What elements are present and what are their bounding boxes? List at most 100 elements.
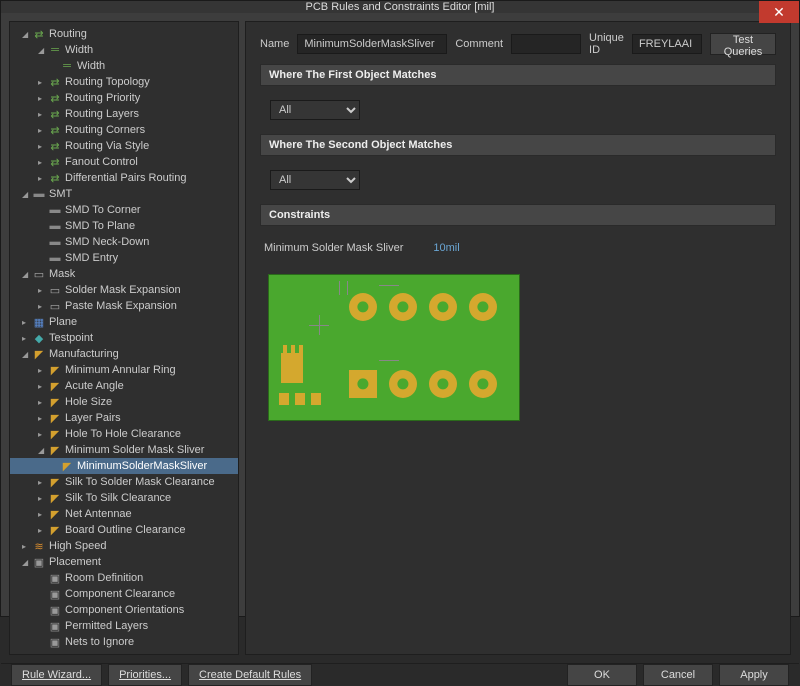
rule-comment-input[interactable] — [511, 34, 581, 54]
tree-label: Routing — [49, 28, 87, 40]
tree-label: Acute Angle — [65, 380, 124, 392]
mfg-icon: ◤ — [48, 396, 62, 408]
width-icon: ═ — [60, 60, 74, 72]
tree-width-rule[interactable]: ═Width — [10, 58, 238, 74]
mask-icon: ▭ — [48, 300, 62, 312]
tree-acute-angle[interactable]: ▸◤Acute Angle — [10, 378, 238, 394]
name-label: Name — [260, 38, 289, 50]
tree-routing-corners[interactable]: ▸⇄Routing Corners — [10, 122, 238, 138]
rule-name-input[interactable] — [297, 34, 447, 54]
tree-comp-orient[interactable]: ▣Component Orientations — [10, 602, 238, 618]
first-scope-select[interactable]: All — [270, 100, 360, 120]
tree-fanout[interactable]: ▸⇄Fanout Control — [10, 154, 238, 170]
tree-smd-neck[interactable]: ▬SMD Neck-Down — [10, 234, 238, 250]
tree-width-cat[interactable]: ◢═Width — [10, 42, 238, 58]
pcb-rules-editor-window: PCB Rules and Constraints Editor [mil] ✕… — [0, 0, 800, 617]
tree-routing[interactable]: ◢⇄Routing — [10, 26, 238, 42]
tree-label: Solder Mask Expansion — [65, 284, 181, 296]
tree-plane[interactable]: ▸▦Plane — [10, 314, 238, 330]
content-area: ◢⇄Routing ◢═Width ═Width ▸⇄Routing Topol… — [1, 13, 799, 663]
tree-smd-corner[interactable]: ▬SMD To Corner — [10, 202, 238, 218]
tree-paste-mask-exp[interactable]: ▸▭Paste Mask Expansion — [10, 298, 238, 314]
footer: Rule Wizard... Priorities... Create Defa… — [1, 663, 799, 686]
constraint-label: Minimum Solder Mask Sliver — [264, 242, 403, 254]
component-body-icon — [281, 353, 303, 383]
create-default-button[interactable]: Create Default Rules — [188, 664, 312, 686]
mask-icon: ▭ — [32, 268, 46, 280]
tree-manufacturing[interactable]: ◢◤Manufacturing — [10, 346, 238, 362]
high-speed-icon: ≋ — [32, 540, 46, 552]
tree-routing-layers[interactable]: ▸⇄Routing Layers — [10, 106, 238, 122]
pad-ring-icon — [469, 370, 497, 398]
close-button[interactable]: ✕ — [759, 1, 799, 23]
manufacturing-icon: ◤ — [32, 348, 46, 360]
tree-placement[interactable]: ◢▣Placement — [10, 554, 238, 570]
tree-min-annular[interactable]: ▸◤Minimum Annular Ring — [10, 362, 238, 378]
rule-uid-input[interactable] — [632, 34, 702, 54]
priorities-button[interactable]: Priorities... — [108, 664, 182, 686]
second-match-header: Where The Second Object Matches — [260, 134, 776, 156]
plane-icon: ▦ — [32, 316, 46, 328]
tree-min-sliver[interactable]: ◢◤Minimum Solder Mask Sliver — [10, 442, 238, 458]
tree-silk-solder[interactable]: ▸◤Silk To Solder Mask Clearance — [10, 474, 238, 490]
tree-label: Routing Corners — [65, 124, 145, 136]
tree-silk-silk[interactable]: ▸◤Silk To Silk Clearance — [10, 490, 238, 506]
tree-label: MinimumSolderMaskSliver — [77, 460, 207, 472]
tree-mask[interactable]: ◢▭Mask — [10, 266, 238, 282]
pad-ring-icon — [389, 293, 417, 321]
diffpair-icon: ⇄ — [48, 172, 62, 184]
tree-solder-mask-exp[interactable]: ▸▭Solder Mask Expansion — [10, 282, 238, 298]
titlebar: PCB Rules and Constraints Editor [mil] ✕ — [1, 1, 799, 13]
tree-hole-size[interactable]: ▸◤Hole Size — [10, 394, 238, 410]
apply-button[interactable]: Apply — [719, 664, 789, 686]
tree-layer-pairs[interactable]: ▸◤Layer Pairs — [10, 410, 238, 426]
tree-min-sliver-rule[interactable]: ◤MinimumSolderMaskSliver — [10, 458, 238, 474]
tree-label: Hole Size — [65, 396, 112, 408]
tree-hole-to-hole[interactable]: ▸◤Hole To Hole Clearance — [10, 426, 238, 442]
place-icon: ▣ — [48, 588, 62, 600]
smd-icon: ▬ — [48, 204, 62, 216]
tree-high-speed[interactable]: ▸≋High Speed — [10, 538, 238, 554]
mask-icon: ▭ — [48, 284, 62, 296]
tree-perm-layers[interactable]: ▣Permitted Layers — [10, 618, 238, 634]
test-queries-button[interactable]: Test Queries — [710, 33, 776, 55]
constraint-value[interactable]: 10mil — [433, 242, 459, 254]
mfg-icon: ◤ — [48, 364, 62, 376]
cancel-button[interactable]: Cancel — [643, 664, 713, 686]
tree-routing-priority[interactable]: ▸⇄Routing Priority — [10, 90, 238, 106]
routing-icon: ⇄ — [32, 28, 46, 40]
tree-net-antennae[interactable]: ▸◤Net Antennae — [10, 506, 238, 522]
pin-icon — [291, 345, 295, 355]
tree-room-def[interactable]: ▣Room Definition — [10, 570, 238, 586]
tree-label: Room Definition — [65, 572, 143, 584]
tree-label: Nets to Ignore — [65, 636, 134, 648]
pin-icon — [283, 345, 287, 355]
priority-icon: ⇄ — [48, 92, 62, 104]
pad-ring-icon — [429, 293, 457, 321]
tree-smt[interactable]: ◢▬SMT — [10, 186, 238, 202]
mfg-icon: ◤ — [60, 460, 74, 472]
mfg-icon: ◤ — [48, 524, 62, 536]
tree-diff-pairs[interactable]: ▸⇄Differential Pairs Routing — [10, 170, 238, 186]
pcb-preview — [264, 270, 524, 425]
tree-routing-via[interactable]: ▸⇄Routing Via Style — [10, 138, 238, 154]
smd-icon: ▬ — [48, 220, 62, 232]
tree-smd-plane[interactable]: ▬SMD To Plane — [10, 218, 238, 234]
tree-nets-ignore[interactable]: ▣Nets to Ignore — [10, 634, 238, 650]
corners-icon: ⇄ — [48, 124, 62, 136]
tree-testpoint[interactable]: ▸◆Testpoint — [10, 330, 238, 346]
width-icon: ═ — [48, 44, 62, 56]
testpoint-icon: ◆ — [32, 332, 46, 344]
rules-tree[interactable]: ◢⇄Routing ◢═Width ═Width ▸⇄Routing Topol… — [9, 21, 239, 655]
tree-board-outline[interactable]: ▸◤Board Outline Clearance — [10, 522, 238, 538]
rule-wizard-button[interactable]: Rule Wizard... — [11, 664, 102, 686]
ok-button[interactable]: OK — [567, 664, 637, 686]
mfg-icon: ◤ — [48, 444, 62, 456]
tree-label: Placement — [49, 556, 101, 568]
second-scope-select[interactable]: All — [270, 170, 360, 190]
tree-routing-topology[interactable]: ▸⇄Routing Topology — [10, 74, 238, 90]
placement-icon: ▣ — [32, 556, 46, 568]
tree-comp-clear[interactable]: ▣Component Clearance — [10, 586, 238, 602]
tree-label: Mask — [49, 268, 75, 280]
tree-smd-entry[interactable]: ▬SMD Entry — [10, 250, 238, 266]
